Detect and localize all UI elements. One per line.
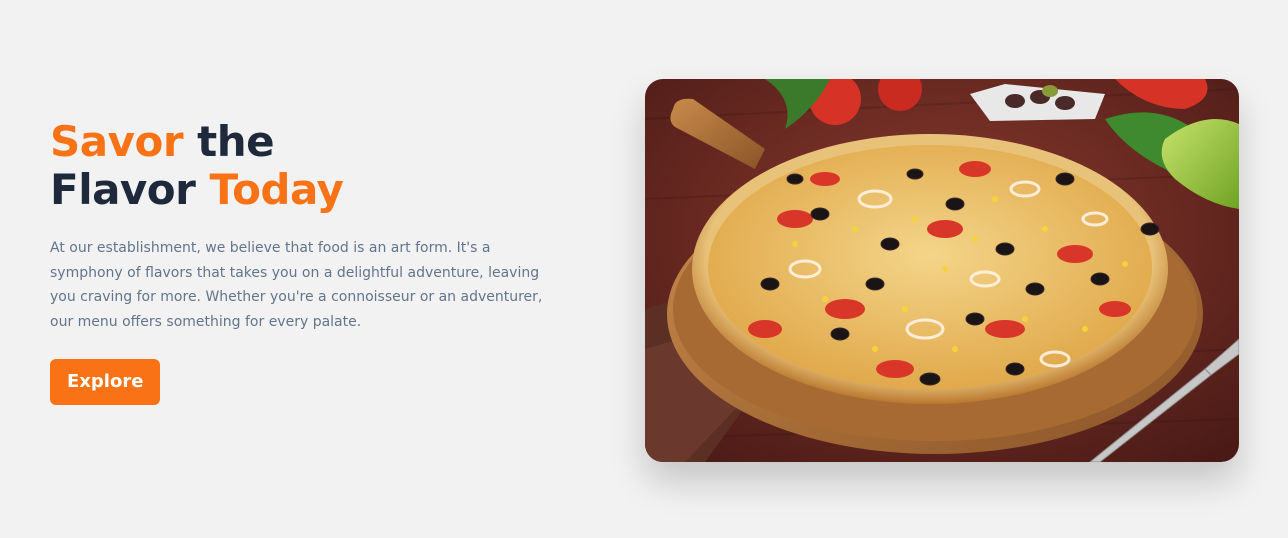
hero-section: Savor the Flavor Today At our establishme… [0, 0, 1288, 538]
explore-button[interactable]: Explore [50, 359, 161, 405]
pizza-photo [645, 79, 1239, 462]
hero-text-column: Savor the Flavor Today At our establishme… [50, 118, 570, 405]
pizza-illustration [645, 79, 1239, 462]
hero-description: At our establishment, we believe that fo… [50, 240, 543, 330]
title-accent-today: Today [209, 165, 344, 214]
title-accent-savor: Savor [50, 117, 184, 166]
title-word-the: the [183, 117, 275, 166]
hero-title: Savor the Flavor Today [50, 118, 570, 214]
title-word-flavor: Flavor [50, 165, 210, 214]
